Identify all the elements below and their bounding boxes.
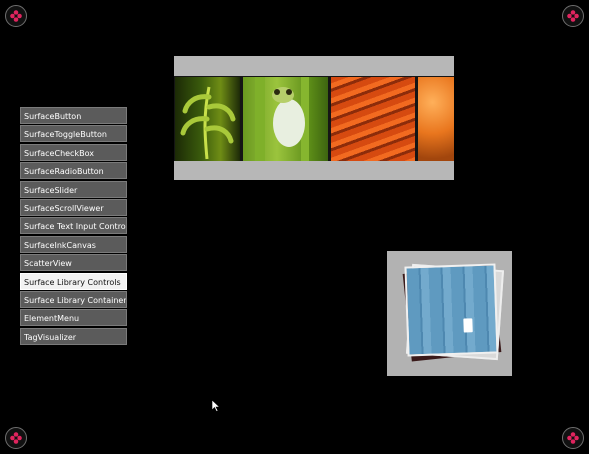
corner-access-point-bottom-left[interactable] (5, 427, 27, 449)
menu-item-surface-button[interactable]: SurfaceButton (20, 107, 127, 124)
access-point-icon (10, 432, 22, 444)
menu-item-element-menu[interactable]: ElementMenu (20, 309, 127, 327)
photo-frog[interactable] (243, 77, 328, 161)
corner-access-point-bottom-right[interactable] (562, 427, 584, 449)
control-menu: SurfaceButton SurfaceToggleButton Surfac… (20, 107, 127, 346)
menu-item-scatter-view[interactable]: ScatterView (20, 254, 127, 272)
library-listbox[interactable] (174, 56, 454, 180)
access-point-icon (567, 432, 579, 444)
menu-item-surface-ink-canvas[interactable]: SurfaceInkCanvas (20, 235, 127, 253)
door-tag (463, 318, 473, 333)
menu-item-surface-toggle-button[interactable]: SurfaceToggleButton (20, 125, 127, 143)
stack-card-blue-door[interactable] (404, 263, 499, 357)
mouse-cursor-icon (212, 400, 220, 412)
menu-item-surface-text-input-controls[interactable]: Surface Text Input Controls (20, 217, 127, 235)
corner-access-point-top-left[interactable] (5, 5, 27, 27)
menu-item-tag-visualizer[interactable]: TagVisualizer (20, 327, 127, 345)
library-stack[interactable] (387, 251, 512, 376)
menu-item-surface-library-controls[interactable]: Surface Library Controls (20, 272, 127, 290)
menu-item-surface-slider[interactable]: SurfaceSlider (20, 180, 127, 198)
menu-item-surface-radio-button[interactable]: SurfaceRadioButton (20, 162, 127, 180)
photo-cheese[interactable] (418, 77, 454, 161)
menu-item-surface-library-containers[interactable]: Surface Library Containers (20, 290, 127, 308)
photo-fern[interactable] (175, 77, 240, 161)
menu-item-surface-checkbox[interactable]: SurfaceCheckBox (20, 143, 127, 161)
corner-access-point-top-right[interactable] (562, 5, 584, 27)
access-point-icon (567, 10, 579, 22)
photo-stadium-seats[interactable] (331, 77, 415, 161)
photo-strip (174, 76, 454, 161)
menu-item-surface-scroll-viewer[interactable]: SurfaceScrollViewer (20, 198, 127, 216)
access-point-icon (10, 10, 22, 22)
